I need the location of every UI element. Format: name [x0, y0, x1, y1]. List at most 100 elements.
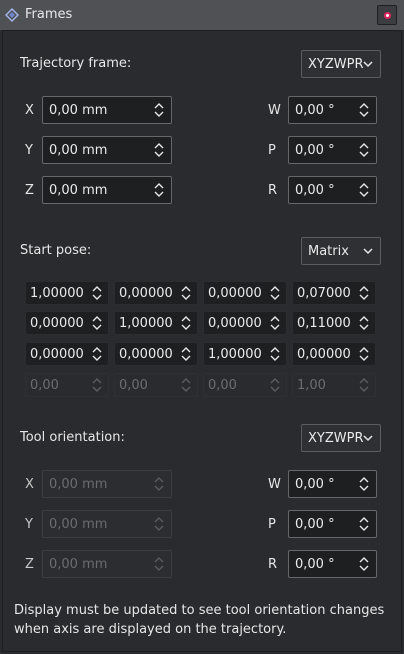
trajectory-frame-p-spinbox[interactable]: 0,00 °: [288, 136, 377, 164]
matrix-cell-r0-c3[interactable]: 0,07000: [292, 281, 376, 305]
tool-orientation-combo-value: XYZWPR: [308, 431, 364, 446]
axis-label-r: R: [268, 557, 278, 572]
trajectory-frame-combo-value: XYZWPR: [308, 57, 364, 72]
matrix-cell-value: 0,00000: [119, 286, 173, 301]
axis-label-p: P: [268, 517, 276, 532]
up-down-arrows-icon[interactable]: [153, 141, 165, 159]
matrix-cell-value: 1,00: [297, 378, 326, 393]
tool-orientation-p-spinbox[interactable]: 0,00 °: [288, 510, 377, 538]
up-down-arrows-icon: [269, 376, 281, 394]
matrix-cell-value: 1,00000: [30, 286, 84, 301]
up-down-arrows-icon[interactable]: [91, 345, 103, 363]
trajectory-frame-label: Trajectory frame:: [20, 56, 132, 71]
matrix-cell-value: 0,00: [119, 378, 148, 393]
matrix-cell-r1-c1[interactable]: 1,00000: [114, 311, 198, 335]
up-down-arrows-icon: [91, 376, 103, 394]
matrix-cell-value: 0,00000: [208, 286, 262, 301]
spinbox-value: 0,00 °: [295, 477, 335, 492]
up-down-arrows-icon: [153, 475, 165, 493]
up-down-arrows-icon[interactable]: [269, 314, 281, 332]
matrix-cell-r2-c0[interactable]: 0,00000: [25, 342, 109, 366]
chevron-down-icon: [363, 61, 373, 68]
up-down-arrows-icon: [358, 376, 370, 394]
trajectory-frame-z-spinbox[interactable]: 0,00 mm: [42, 176, 172, 204]
matrix-cell-r0-c1[interactable]: 0,00000: [114, 281, 198, 305]
tool-orientation-y-spinbox: 0,00 mm: [42, 510, 172, 538]
matrix-cell-value: 0,00: [30, 378, 59, 393]
chevron-down-icon: [363, 248, 373, 255]
tool-orientation-x-spinbox: 0,00 mm: [42, 470, 172, 498]
diamond-app-icon: [5, 8, 19, 22]
up-down-arrows-icon: [180, 376, 192, 394]
up-down-arrows-icon[interactable]: [358, 515, 370, 533]
up-down-arrows-icon[interactable]: [153, 181, 165, 199]
up-down-arrows-icon[interactable]: [180, 314, 192, 332]
axis-label-z: Z: [25, 183, 34, 198]
trajectory-frame-combo[interactable]: XYZWPR: [301, 50, 381, 78]
spinbox-value: 0,00 mm: [49, 517, 108, 532]
tool-orientation-z-spinbox: 0,00 mm: [42, 550, 172, 578]
matrix-cell-value: 0,00000: [208, 316, 262, 331]
up-down-arrows-icon[interactable]: [91, 284, 103, 302]
axis-label-z: Z: [25, 557, 34, 572]
tool-orientation-note: Display must be updated to see tool orie…: [14, 603, 385, 637]
matrix-cell-value: 0,00000: [119, 347, 173, 362]
up-down-arrows-icon: [153, 515, 165, 533]
tool-orientation-w-spinbox[interactable]: 0,00 °: [288, 470, 377, 498]
spinbox-value: 0,00 mm: [49, 103, 108, 118]
up-down-arrows-icon[interactable]: [269, 284, 281, 302]
spinbox-value: 0,00 mm: [49, 143, 108, 158]
matrix-cell-r1-c2[interactable]: 0,00000: [203, 311, 287, 335]
matrix-cell-r3-c1: 0,00: [114, 373, 198, 397]
up-down-arrows-icon[interactable]: [153, 101, 165, 119]
spinbox-value: 0,00 °: [295, 557, 335, 572]
matrix-cell-r2-c3[interactable]: 0,00000: [292, 342, 376, 366]
matrix-cell-r1-c3[interactable]: 0,11000: [292, 311, 376, 335]
up-down-arrows-icon[interactable]: [358, 345, 370, 363]
tool-orientation-combo[interactable]: XYZWPR: [301, 424, 381, 452]
close-button[interactable]: [377, 5, 397, 25]
axis-label-x: X: [25, 103, 34, 118]
matrix-cell-r1-c0[interactable]: 0,00000: [25, 311, 109, 335]
matrix-cell-r0-c2[interactable]: 0,00000: [203, 281, 287, 305]
up-down-arrows-icon[interactable]: [358, 475, 370, 493]
tool-orientation-r-spinbox[interactable]: 0,00 °: [288, 550, 377, 578]
matrix-cell-value: 1,00000: [119, 316, 173, 331]
up-down-arrows-icon[interactable]: [358, 555, 370, 573]
start-pose-combo[interactable]: Matrix: [301, 237, 381, 265]
up-down-arrows-icon[interactable]: [358, 314, 370, 332]
matrix-cell-r3-c3: 1,00: [292, 373, 376, 397]
up-down-arrows-icon[interactable]: [358, 141, 370, 159]
axis-label-w: W: [268, 477, 281, 492]
matrix-cell-r0-c0[interactable]: 1,00000: [25, 281, 109, 305]
matrix-cell-value: 0,00000: [297, 347, 351, 362]
up-down-arrows-icon[interactable]: [358, 284, 370, 302]
trajectory-frame-y-spinbox[interactable]: 0,00 mm: [42, 136, 172, 164]
trajectory-frame-x-spinbox[interactable]: 0,00 mm: [42, 96, 172, 124]
spinbox-value: 0,00 mm: [49, 183, 108, 198]
up-down-arrows-icon[interactable]: [358, 101, 370, 119]
matrix-cell-r3-c2: 0,00: [203, 373, 287, 397]
up-down-arrows-icon[interactable]: [180, 345, 192, 363]
axis-label-r: R: [268, 183, 278, 198]
up-down-arrows-icon: [153, 555, 165, 573]
tool-orientation-label: Tool orientation:: [20, 430, 125, 445]
trajectory-frame-w-spinbox[interactable]: 0,00 °: [288, 96, 377, 124]
trajectory-frame-r-spinbox[interactable]: 0,00 °: [288, 176, 377, 204]
matrix-cell-value: 0,11000: [297, 316, 351, 331]
axis-label-x: X: [25, 477, 34, 492]
up-down-arrows-icon[interactable]: [358, 181, 370, 199]
matrix-cell-value: 0,00000: [30, 316, 84, 331]
matrix-cell-r2-c2[interactable]: 1,00000: [203, 342, 287, 366]
matrix-cell-value: 0,00000: [30, 347, 84, 362]
matrix-cell-r2-c1[interactable]: 0,00000: [114, 342, 198, 366]
axis-label-y: Y: [25, 143, 33, 158]
spinbox-value: 0,00 °: [295, 103, 335, 118]
matrix-cell-r3-c0: 0,00: [25, 373, 109, 397]
start-pose-combo-value: Matrix: [308, 244, 349, 259]
up-down-arrows-icon[interactable]: [180, 284, 192, 302]
up-down-arrows-icon[interactable]: [269, 345, 281, 363]
spinbox-value: 0,00 °: [295, 183, 335, 198]
start-pose-label: Start pose:: [20, 243, 92, 258]
up-down-arrows-icon[interactable]: [91, 314, 103, 332]
